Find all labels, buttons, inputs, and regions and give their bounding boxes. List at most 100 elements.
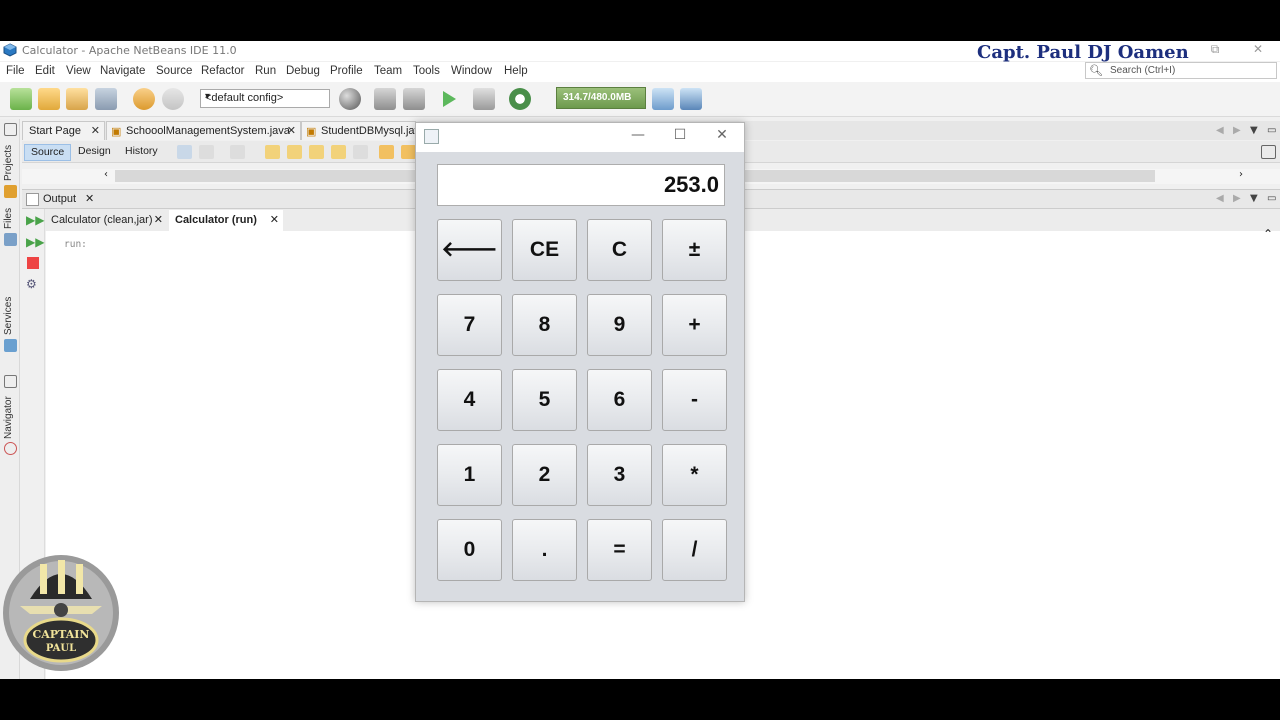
tab-school-management[interactable]: ▣ SchooolManagementSystem.java ✕ — [106, 121, 301, 140]
digit-0-button[interactable]: 0 — [437, 519, 502, 581]
history-button[interactable]: History — [119, 144, 164, 161]
close-icon[interactable]: ✕ — [91, 124, 100, 137]
next-bookmark-icon[interactable] — [401, 145, 416, 159]
digit-9-button[interactable]: 9 — [587, 294, 652, 356]
open-project-icon[interactable] — [66, 88, 88, 110]
menu-navigate[interactable]: Navigate — [100, 65, 145, 77]
digit-1-button[interactable]: 1 — [437, 444, 502, 506]
build-hammer-icon[interactable] — [374, 88, 396, 110]
redo-icon[interactable] — [162, 88, 184, 110]
find-prev-icon[interactable] — [287, 145, 302, 159]
menu-refactor[interactable]: Refactor — [201, 65, 244, 77]
close-button[interactable]: ✕ — [702, 127, 742, 147]
clear-button[interactable]: C — [587, 219, 652, 281]
gc-icon[interactable] — [652, 88, 674, 110]
digit-2-button[interactable]: 2 — [512, 444, 577, 506]
navigator-tab[interactable]: Navigator — [3, 396, 14, 439]
output-scroll-right-icon[interactable]: ▶ — [1233, 193, 1241, 204]
clean-build-icon[interactable] — [403, 88, 425, 110]
run-icon[interactable] — [438, 88, 460, 110]
prev-bookmark-icon[interactable] — [379, 145, 394, 159]
menu-tools[interactable]: Tools — [413, 65, 440, 77]
settings-icon[interactable]: ⚙ — [26, 277, 37, 291]
close-icon[interactable]: ✕ — [270, 213, 279, 226]
equals-button[interactable]: = — [587, 519, 652, 581]
maximize-button[interactable]: ☐ — [660, 127, 700, 147]
backspace-button[interactable]: 🡐 — [437, 219, 502, 281]
profile-icon[interactable] — [509, 88, 531, 110]
minimize-button[interactable]: — — [618, 127, 658, 147]
save-all-icon[interactable] — [95, 88, 117, 110]
menu-window[interactable]: Window — [451, 65, 492, 77]
split-editor-icon[interactable] — [1261, 145, 1276, 159]
scroll-right-icon[interactable]: › — [1239, 169, 1243, 180]
menu-debug[interactable]: Debug — [286, 65, 320, 77]
plus-minus-button[interactable]: ± — [662, 219, 727, 281]
minimize-panel-icon[interactable] — [4, 375, 17, 388]
scroll-up-icon[interactable]: ⌃ — [1263, 227, 1273, 241]
new-file-icon[interactable] — [10, 88, 32, 110]
multiply-button[interactable]: * — [662, 444, 727, 506]
find-icon[interactable] — [265, 145, 280, 159]
tab-list-icon[interactable]: ▼ — [1250, 125, 1258, 136]
tab-start-page[interactable]: Start Page ✕ — [22, 121, 105, 140]
tab-calculator-run[interactable]: Calculator (run) ✕ — [169, 210, 283, 231]
menu-help[interactable]: Help — [504, 65, 528, 77]
rerun-params-icon[interactable]: ▶▶ — [26, 235, 44, 249]
new-project-icon[interactable] — [38, 88, 60, 110]
tab-student-db[interactable]: ▣ StudentDBMysql.java — [301, 121, 426, 140]
calculator-display[interactable]: 253.0 — [437, 164, 725, 206]
stop-icon[interactable] — [27, 257, 39, 269]
menu-file[interactable]: File — [6, 65, 25, 77]
toggle-highlight-icon[interactable] — [331, 145, 346, 159]
rerun-icon[interactable]: ▶▶ — [26, 213, 44, 227]
back-icon[interactable] — [177, 145, 192, 159]
services-tab[interactable]: Services — [3, 297, 14, 335]
minimize-panel-icon[interactable] — [4, 123, 17, 136]
forward-icon[interactable] — [199, 145, 214, 159]
add-button[interactable]: + — [662, 294, 727, 356]
debug-icon[interactable] — [473, 88, 495, 110]
files-tab[interactable]: Files — [3, 208, 14, 229]
digit-6-button[interactable]: 6 — [587, 369, 652, 431]
digit-4-button[interactable]: 4 — [437, 369, 502, 431]
close-icon[interactable]: ✕ — [154, 213, 163, 226]
scroll-left-icon[interactable]: ‹ — [104, 169, 108, 180]
find-next-icon[interactable] — [309, 145, 324, 159]
tab-scroll-right-icon[interactable]: ▶ — [1233, 125, 1241, 136]
digit-7-button[interactable]: 7 — [437, 294, 502, 356]
memory-indicator[interactable]: 314.7/480.0MB — [556, 87, 646, 109]
close-icon[interactable]: ✕ — [287, 124, 296, 137]
divide-button[interactable]: / — [662, 519, 727, 581]
tab-clean-jar[interactable]: Calculator (clean,jar) ✕ — [45, 210, 167, 231]
digit-3-button[interactable]: 3 — [587, 444, 652, 506]
search-input[interactable]: 🔍︎ Search (Ctrl+I) — [1085, 62, 1277, 79]
digit-5-button[interactable]: 5 — [512, 369, 577, 431]
menu-profile[interactable]: Profile — [330, 65, 363, 77]
projects-tab[interactable]: Projects — [3, 145, 14, 181]
output-maximize-icon[interactable]: ▭ — [1267, 193, 1276, 204]
output-scroll-left-icon[interactable]: ◀ — [1216, 193, 1224, 204]
undo-icon[interactable] — [133, 88, 155, 110]
source-button[interactable]: Source — [24, 144, 72, 161]
globe-icon[interactable] — [339, 88, 361, 110]
maximize-icon[interactable]: ▭ — [1267, 125, 1276, 136]
decimal-button[interactable]: . — [512, 519, 577, 581]
menu-edit[interactable]: Edit — [35, 65, 55, 77]
clear-entry-button[interactable]: CE — [512, 219, 577, 281]
garbage-collect-icon[interactable] — [680, 88, 702, 110]
output-list-icon[interactable]: ▼ — [1250, 193, 1258, 204]
tab-scroll-left-icon[interactable]: ◀ — [1216, 125, 1224, 136]
subtract-button[interactable]: - — [662, 369, 727, 431]
digit-8-button[interactable]: 8 — [512, 294, 577, 356]
menu-source[interactable]: Source — [156, 65, 192, 77]
last-edit-icon[interactable] — [230, 145, 245, 159]
close-button[interactable]: ✕ — [1248, 42, 1268, 58]
restore-button[interactable]: ⧉ — [1205, 42, 1225, 58]
config-select[interactable]: <default config> ▾ — [200, 89, 330, 108]
close-icon[interactable]: ✕ — [85, 192, 94, 205]
menu-view[interactable]: View — [66, 65, 91, 77]
toggle-select-icon[interactable] — [353, 145, 368, 159]
menu-run[interactable]: Run — [255, 65, 276, 77]
menu-team[interactable]: Team — [374, 65, 402, 77]
